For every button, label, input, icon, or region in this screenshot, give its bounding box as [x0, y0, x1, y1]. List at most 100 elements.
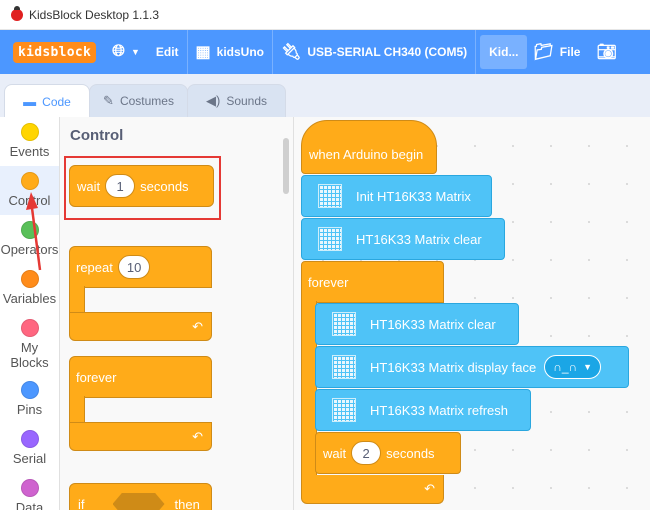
if-block-then: then: [174, 496, 200, 510]
face-dropdown[interactable]: ∩_∩ ▼: [544, 355, 602, 379]
pins-dot-icon: [20, 381, 39, 399]
repeat-block[interactable]: repeat 10 ↶: [69, 246, 212, 341]
board-label: kidsUno: [216, 45, 265, 59]
category-events[interactable]: Events: [0, 117, 59, 166]
forever-block[interactable]: forever: [301, 261, 444, 303]
category-label: Variables: [2, 291, 57, 306]
port-label: USB-SERIAL CH340 (COM5): [307, 45, 468, 59]
condition-slot[interactable]: [112, 493, 165, 510]
forever-block-foot: ↶: [69, 422, 212, 451]
menu-bar: kidsblock 🌐︎ ▼ Edit ▦ kidsUno 🔌︎ USB-SER…: [0, 30, 650, 74]
if-block-label: if: [78, 496, 85, 510]
category-pins[interactable]: Pins: [0, 375, 59, 424]
tab-sounds-label: Sounds: [226, 94, 268, 108]
init-matrix-label: Init HT16K33 Matrix: [356, 188, 471, 204]
title-bar: KidsBlock Desktop 1.1.3: [0, 0, 650, 30]
repeat-block-label: repeat: [76, 259, 113, 275]
my-blocks-dot-icon: [20, 319, 39, 337]
forever-block-foot: ↶: [301, 475, 444, 504]
repeat-block-head: repeat 10: [69, 246, 212, 288]
folder-icon: 📁︎: [533, 44, 554, 61]
port-menu[interactable]: 🔌︎ USB-SERIAL CH340 (COM5): [273, 30, 475, 74]
screenshot-button[interactable]: 📷︎: [588, 30, 630, 74]
category-label: Pins: [16, 402, 43, 417]
board-menu[interactable]: ▦ kidsUno: [188, 30, 272, 74]
wait-seconds-input[interactable]: 2: [351, 441, 382, 465]
category-label: Serial: [12, 451, 47, 466]
file-menu[interactable]: 📁︎ File: [531, 30, 588, 74]
kidsblock-logo[interactable]: kidsblock: [13, 41, 97, 63]
loop-arrow-icon: ↶: [192, 428, 203, 444]
brush-icon: ✎: [103, 93, 114, 108]
board-chip-icon: ▦: [195, 44, 211, 61]
globe-icon: 🌐︎: [112, 43, 125, 60]
tab-bar: ▬ Code ✎ Costumes ◀︎) Sounds: [0, 74, 650, 118]
category-data[interactable]: Data: [0, 473, 59, 510]
repeat-block-foot: ↶: [69, 312, 212, 341]
kid-label: Kid...: [489, 45, 519, 59]
tab-sounds[interactable]: ◀︎) Sounds: [187, 84, 286, 117]
when-arduino-begin-block[interactable]: when Arduino begin: [301, 120, 437, 174]
led-matrix-icon: [332, 355, 356, 379]
forever-block-head: forever: [69, 356, 212, 398]
wait-block-unit: seconds: [386, 445, 435, 461]
wait-block[interactable]: wait 2 seconds: [315, 432, 461, 474]
events-dot-icon: [20, 123, 39, 141]
tab-code[interactable]: ▬ Code: [4, 84, 90, 118]
loop-arrow-icon: ↶: [424, 481, 435, 496]
forever-label: forever: [308, 274, 349, 290]
file-label: File: [559, 45, 581, 59]
led-matrix-icon: [332, 398, 356, 422]
usb-plug-icon: 🔌︎: [281, 44, 302, 61]
code-workspace[interactable]: when Arduino begin Init HT16K33 Matrix H…: [293, 117, 650, 510]
matrix-clear-label: HT16K33 Matrix clear: [356, 231, 482, 247]
init-matrix-block[interactable]: Init HT16K33 Matrix: [301, 175, 492, 217]
annotation-arrow: [26, 192, 42, 271]
window-title: KidsBlock Desktop 1.1.3: [29, 7, 160, 22]
code-icon: ▬: [23, 94, 37, 109]
forever-block-label: forever: [76, 369, 117, 385]
tab-costumes[interactable]: ✎ Costumes: [89, 84, 188, 117]
data-dot-icon: [20, 479, 39, 497]
chevron-down-icon: ▼: [130, 47, 140, 57]
matrix-refresh-block[interactable]: HT16K33 Matrix refresh: [315, 389, 531, 431]
led-matrix-icon: [318, 227, 342, 251]
edit-menu[interactable]: Edit: [148, 30, 187, 74]
forever-block-arm: [69, 396, 85, 424]
if-block[interactable]: if then: [69, 483, 212, 510]
tab-costumes-label: Costumes: [119, 94, 174, 108]
category-sidebar: Events Control Operators Variables My Bl…: [0, 117, 60, 510]
palette-scrollbar[interactable]: [283, 138, 289, 194]
matrix-display-face-block[interactable]: HT16K33 Matrix display face ∩_∩ ▼: [315, 346, 629, 388]
matrix-clear-block[interactable]: HT16K33 Matrix clear: [315, 303, 519, 345]
matrix-display-face-label: HT16K33 Matrix display face: [370, 359, 537, 375]
category-my-blocks[interactable]: My Blocks: [0, 313, 59, 375]
hat-block-label: when Arduino begin: [309, 146, 424, 162]
dropdown-arrow-icon: ▼: [583, 362, 593, 372]
forever-block[interactable]: forever ↶: [69, 356, 212, 451]
matrix-clear-label: HT16K33 Matrix clear: [370, 316, 496, 332]
language-menu[interactable]: 🌐︎ ▼: [104, 30, 148, 74]
repeat-count-input[interactable]: 10: [117, 255, 151, 279]
highlight-box: [64, 156, 221, 220]
loop-arrow-icon: ↶: [192, 318, 203, 334]
tab-code-label: Code: [42, 94, 71, 109]
kid-menu[interactable]: Kid...: [480, 35, 528, 69]
menu-divider: [475, 30, 477, 74]
repeat-block-arm: [69, 286, 85, 314]
app-logo-icon: [11, 5, 23, 21]
speaker-icon: ◀︎): [205, 93, 221, 108]
serial-dot-icon: [20, 430, 39, 448]
led-matrix-icon: [332, 312, 356, 336]
matrix-clear-block[interactable]: HT16K33 Matrix clear: [301, 218, 505, 260]
matrix-refresh-label: HT16K33 Matrix refresh: [370, 402, 508, 418]
wait-block-label: wait: [323, 445, 347, 461]
category-label: My Blocks: [10, 340, 49, 370]
category-serial[interactable]: Serial: [0, 424, 59, 473]
face-dropdown-value: ∩_∩: [553, 360, 578, 374]
led-matrix-icon: [318, 184, 342, 208]
palette-heading: Control: [70, 127, 124, 144]
category-label: Data: [15, 500, 44, 510]
camera-icon: 📷︎: [596, 44, 617, 61]
category-label: Events: [9, 144, 50, 159]
